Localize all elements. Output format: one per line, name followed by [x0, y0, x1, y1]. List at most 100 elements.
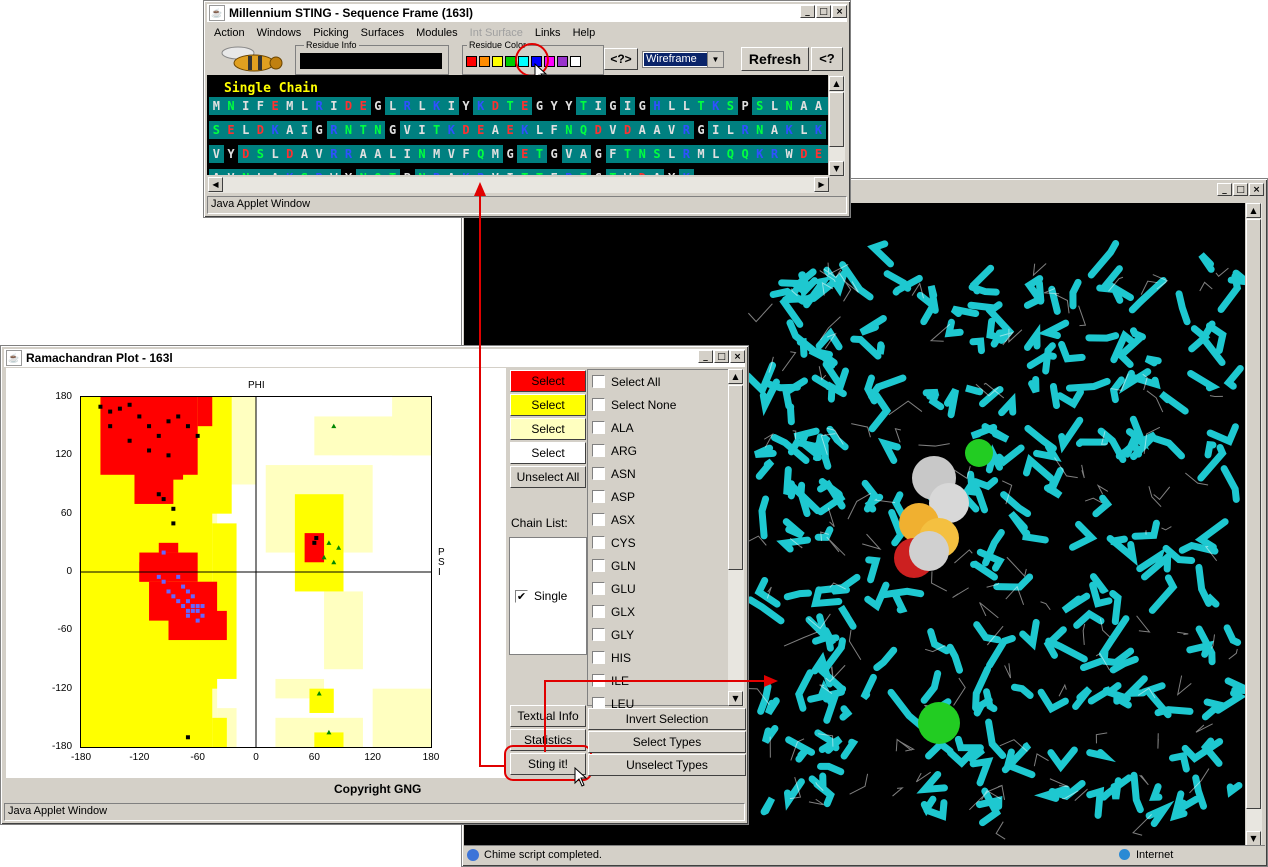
- residue[interactable]: L: [297, 97, 312, 115]
- residue[interactable]: L: [532, 121, 547, 139]
- residue[interactable]: A: [811, 97, 826, 115]
- residue[interactable]: E: [811, 145, 826, 163]
- checkbox-icon[interactable]: [592, 605, 605, 618]
- residue[interactable]: Y: [223, 145, 239, 163]
- residue[interactable]: K: [429, 97, 444, 115]
- residue[interactable]: R: [311, 169, 327, 175]
- checkbox-checked-icon[interactable]: ✔: [515, 589, 528, 603]
- residue[interactable]: T: [693, 97, 709, 115]
- residue[interactable]: A: [649, 169, 665, 175]
- type-item-ile[interactable]: ILE: [590, 669, 629, 692]
- residue[interactable]: Q: [737, 145, 753, 163]
- residue[interactable]: T: [532, 145, 547, 163]
- residue[interactable]: E: [502, 121, 518, 139]
- residue[interactable]: A: [649, 121, 665, 139]
- residue[interactable]: I: [444, 97, 459, 115]
- residue[interactable]: I: [502, 169, 518, 175]
- residue[interactable]: Y: [341, 169, 356, 175]
- residue[interactable]: T: [502, 97, 518, 115]
- residue[interactable]: G: [605, 97, 621, 115]
- type-item-his[interactable]: HIS: [590, 646, 631, 669]
- residue[interactable]: Y: [546, 97, 562, 115]
- residue[interactable]: F: [253, 97, 268, 115]
- residue[interactable]: L: [708, 145, 724, 163]
- residue[interactable]: M: [209, 97, 224, 115]
- type-item-select-all[interactable]: Select All: [590, 370, 660, 393]
- residue[interactable]: G: [546, 145, 562, 163]
- menu-help[interactable]: Help: [567, 27, 602, 39]
- residue[interactable]: T: [385, 169, 400, 175]
- residue[interactable]: G: [532, 97, 547, 115]
- residue[interactable]: Q: [723, 145, 738, 163]
- residue[interactable]: K: [473, 97, 489, 115]
- residue[interactable]: A: [576, 145, 591, 163]
- residue[interactable]: K: [825, 97, 828, 115]
- residue[interactable]: S: [723, 97, 738, 115]
- scroll-up-button[interactable]: ▲: [1246, 203, 1261, 218]
- residue[interactable]: E: [517, 97, 533, 115]
- residue[interactable]: D: [238, 145, 254, 163]
- color-swatch[interactable]: [466, 56, 477, 67]
- residue[interactable]: D: [488, 97, 503, 115]
- residue[interactable]: N: [341, 121, 356, 139]
- sequence-display[interactable]: Single Chain MNIFEMLRIDEGLRLKIYKDTEGYYTI…: [207, 75, 828, 175]
- residue[interactable]: I: [708, 121, 724, 139]
- residue[interactable]: L: [796, 121, 812, 139]
- residue[interactable]: G: [311, 121, 327, 139]
- residue[interactable]: L: [267, 145, 283, 163]
- residue[interactable]: R: [341, 145, 356, 163]
- residue[interactable]: D: [796, 145, 812, 163]
- residue[interactable]: F: [546, 169, 562, 175]
- residue[interactable]: E: [223, 121, 239, 139]
- residue[interactable]: R: [399, 97, 415, 115]
- type-item-asx[interactable]: ASX: [590, 508, 635, 531]
- residue[interactable]: N: [414, 169, 430, 175]
- residue[interactable]: T: [620, 145, 635, 163]
- checkbox-icon[interactable]: [592, 398, 605, 411]
- residue[interactable]: V: [311, 145, 327, 163]
- type-item-ala[interactable]: ALA: [590, 416, 634, 439]
- residue[interactable]: E: [517, 145, 533, 163]
- menu-links[interactable]: Links: [529, 27, 567, 39]
- checkbox-icon[interactable]: [592, 490, 605, 503]
- color-swatch[interactable]: [479, 56, 490, 67]
- color-swatch[interactable]: [557, 56, 568, 67]
- residue[interactable]: R: [561, 169, 577, 175]
- residue[interactable]: A: [209, 169, 224, 175]
- type-item-gly[interactable]: GLY: [590, 623, 634, 646]
- residue[interactable]: W: [326, 169, 342, 175]
- residue[interactable]: E: [267, 97, 283, 115]
- residue[interactable]: V: [488, 169, 503, 175]
- residue[interactable]: K: [679, 169, 694, 175]
- residue[interactable]: Y: [561, 97, 577, 115]
- residue[interactable]: A: [825, 145, 828, 163]
- residue[interactable]: T: [355, 121, 371, 139]
- ramachandran-plot[interactable]: [80, 396, 432, 748]
- residue[interactable]: N: [634, 145, 650, 163]
- scroll-thumb[interactable]: [829, 92, 844, 147]
- checkbox-icon[interactable]: [592, 375, 605, 388]
- residue[interactable]: L: [723, 121, 738, 139]
- scroll-up-button[interactable]: ▲: [728, 369, 743, 384]
- residue[interactable]: M: [488, 145, 503, 163]
- residue[interactable]: N: [781, 97, 797, 115]
- residue[interactable]: N: [561, 121, 577, 139]
- residue[interactable]: I: [399, 145, 415, 163]
- maximize-button[interactable]: □: [1233, 183, 1248, 196]
- minimize-button[interactable]: _: [1217, 183, 1232, 196]
- residue[interactable]: A: [267, 169, 283, 175]
- residue[interactable]: V: [223, 169, 239, 175]
- residue[interactable]: D: [282, 145, 298, 163]
- residue[interactable]: F: [458, 145, 474, 163]
- checkbox-icon[interactable]: [592, 421, 605, 434]
- residue[interactable]: R: [767, 145, 782, 163]
- chain-list[interactable]: ✔ Single: [509, 537, 587, 655]
- color-swatch[interactable]: [570, 56, 581, 67]
- menu-action[interactable]: Action: [208, 27, 251, 39]
- residue[interactable]: H: [649, 97, 665, 115]
- residue[interactable]: S: [752, 97, 768, 115]
- residue[interactable]: L: [664, 145, 679, 163]
- checkbox-icon[interactable]: [592, 628, 605, 641]
- residue[interactable]: A: [488, 121, 503, 139]
- close-button[interactable]: ×: [1249, 183, 1264, 196]
